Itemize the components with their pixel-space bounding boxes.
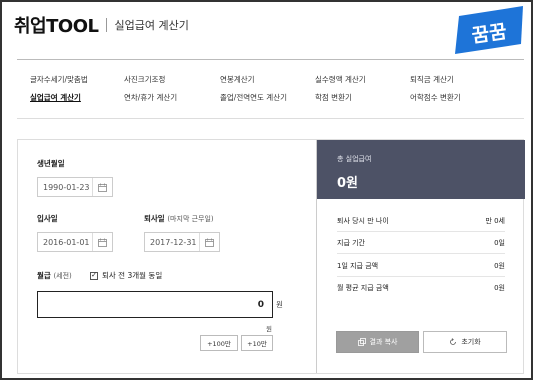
same-wage-checkbox-label: 퇴사 전 3개월 동일 [102,271,163,280]
calendar-icon[interactable] [92,178,112,196]
wage-unit: 원 [276,300,283,309]
menu-item-language-score[interactable]: 어학점수 변환기 [410,92,461,103]
wage-label-note: (세전) [53,272,72,280]
leave-date-label-note: (마지막 근무일) [167,215,214,223]
age-value: 만 0세 [485,217,505,225]
menu-item-annual-leave[interactable]: 연차/휴가 계산기 [124,92,177,103]
row-divider [337,253,505,254]
app-frame: 취업TOOL 실업급여 계산기 꿈꿈 글자수세기/맞춤법 사진크기조정 연봉계산… [0,0,533,380]
brand-logo[interactable]: 꿈꿈 [451,4,527,56]
brand-title[interactable]: 취업TOOL [14,12,99,38]
page-header: 취업TOOL 실업급여 계산기 [14,12,189,38]
total-benefit-value: 0원 [337,176,359,191]
copy-result-button[interactable]: 결과 복사 [336,331,419,353]
daily-amount-value: 0원 [494,262,505,270]
menu-item-unemployment[interactable]: 실업급여 계산기 [30,92,81,103]
total-benefit-header: 총 실업급여 0원 [317,140,525,199]
result-panel: 총 실업급여 0원 퇴사 당시 만 나이 만 0세 지급 기간 0일 1일 지급… [316,140,525,373]
birth-label: 생년월일 [37,159,65,168]
same-wage-checkbox[interactable]: ✓ [90,271,98,280]
monthly-average-label: 월 평균 지급 금액 [337,284,389,292]
menu-item-gpa[interactable]: 학점 변환기 [315,92,352,103]
leave-date-label-text: 퇴사일 [144,214,165,223]
leave-date-field[interactable]: 2017-12-31 [144,232,220,252]
reset-label: 초기화 [461,338,481,346]
wage-label: 월급 (세전) [37,270,72,281]
row-divider [337,276,505,277]
menu-item-char-count[interactable]: 글자수세기/맞춤법 [30,74,88,85]
menu-item-net-pay[interactable]: 실수령액 계산기 [315,74,366,85]
monthly-average-value: 0원 [494,284,505,292]
result-row: 1일 지급 금액 0원 [337,261,505,271]
monthly-wage-input[interactable]: 0 [37,291,273,318]
birth-date-value: 1990-01-23 [43,182,90,192]
calendar-icon[interactable] [92,233,112,251]
result-row: 월 평균 지급 금액 0원 [337,283,505,293]
refresh-icon [449,338,457,346]
period-label: 지급 기간 [337,239,365,247]
menu-item-graduation-year[interactable]: 졸업/전역연도 계산기 [220,92,287,103]
period-value: 0일 [494,239,505,247]
tool-menu: 글자수세기/맞춤법 사진크기조정 연봉계산기 실수령액 계산기 퇴직금 계산기 … [17,59,524,119]
header-divider [106,18,108,32]
birth-date-field[interactable]: 1990-01-23 [37,177,113,197]
age-label: 퇴사 당시 만 나이 [337,217,389,225]
menu-item-severance[interactable]: 퇴직금 계산기 [410,74,454,85]
copy-icon [357,338,366,346]
menu-item-photo-resize[interactable]: 사진크기조정 [124,74,165,85]
join-date-label: 입사일 [37,214,58,223]
reset-button[interactable]: 초기화 [423,331,507,353]
join-date-value: 2016-01-01 [43,237,90,247]
daily-amount-label: 1일 지급 금액 [337,262,379,270]
leave-date-value: 2017-12-31 [150,237,197,247]
monthly-wage-value: 0 [257,299,264,310]
leave-date-label: 퇴사일 (마지막 근무일) [144,213,214,224]
calculator-card: 생년월일 1990-01-23 입사일 2016-01-01 퇴사일 (마지막 … [17,139,525,374]
join-date-field[interactable]: 2016-01-01 [37,232,113,252]
add-100k-button[interactable]: +10만 [241,335,273,351]
page-subtitle: 실업급여 계산기 [114,19,189,32]
copy-result-label: 결과 복사 [369,338,398,346]
wage-label-text: 월급 [37,271,51,280]
calendar-icon[interactable] [199,233,219,251]
same-wage-checkbox-row[interactable]: ✓ 퇴사 전 3개월 동일 [90,270,162,281]
result-row: 퇴사 당시 만 나이 만 0세 [337,216,505,226]
input-panel: 생년월일 1990-01-23 입사일 2016-01-01 퇴사일 (마지막 … [18,140,316,373]
menu-item-salary[interactable]: 연봉계산기 [220,74,255,85]
row-divider [337,231,505,232]
add-1m-button[interactable]: +100만 [200,335,238,351]
result-row: 지급 기간 0일 [337,238,505,248]
total-benefit-label: 총 실업급여 [337,155,372,163]
wage-unit-secondary: 원 [266,325,272,333]
